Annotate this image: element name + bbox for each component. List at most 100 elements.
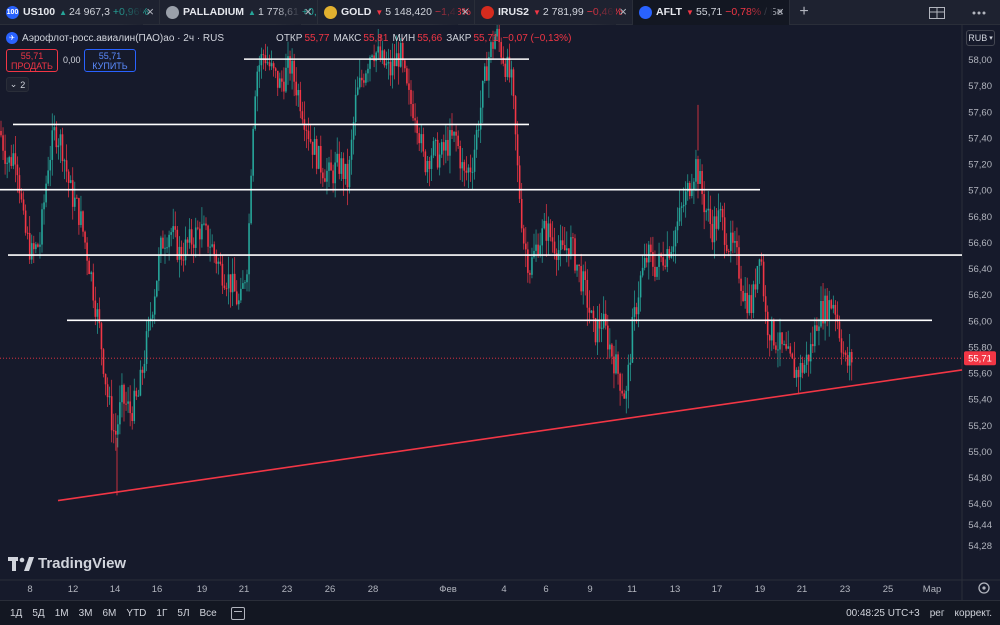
candle-body [262, 54, 265, 56]
range-button[interactable]: 5Л [177, 608, 189, 619]
candle-body [217, 261, 220, 264]
candle-body [566, 248, 568, 251]
candle-body [627, 364, 630, 391]
x-tick-label: 23 [282, 584, 293, 595]
close-icon[interactable]: × [146, 5, 154, 18]
new-tab-button[interactable]: + [790, 0, 818, 25]
adjustment-button[interactable]: коррект. [955, 608, 992, 619]
x-tick-label: Фев [439, 584, 457, 595]
tab-gold[interactable]: GOLD▼5 148,420−1,48%× [318, 0, 475, 25]
candle-body [705, 210, 707, 213]
candle-body [713, 216, 716, 243]
candle-body [449, 130, 451, 156]
calendar-icon[interactable] [230, 606, 245, 620]
candle-body [840, 338, 843, 353]
session-button[interactable]: рег [930, 608, 945, 619]
range-button[interactable]: YTD [126, 608, 146, 619]
candle-body [707, 208, 710, 211]
y-tick-label: 57,00 [968, 186, 992, 197]
y-tick-label: 56,00 [968, 316, 992, 327]
clock-time[interactable]: 00:48:25 UTC+3 [846, 608, 920, 619]
candle-body [416, 120, 418, 134]
candle-body [824, 295, 826, 324]
range-button[interactable]: 1Д [10, 608, 22, 619]
candle-body [371, 55, 373, 58]
range-button[interactable]: 1М [55, 608, 69, 619]
candle-body [110, 396, 113, 431]
tab-irus2[interactable]: IRUS2▼2 781,99−0,46%× [475, 0, 633, 25]
candle-body [168, 234, 170, 248]
candle-body [139, 369, 142, 396]
candle-body [354, 94, 357, 123]
candle-body [674, 230, 677, 247]
candle-body [242, 283, 244, 289]
chart-pane[interactable]: 58,2058,0057,8057,6057,4057,2057,0056,80… [0, 25, 1000, 600]
candle-body [756, 265, 759, 290]
candle-body [734, 241, 736, 243]
candle-body [186, 239, 189, 243]
indicators-count: 2 [20, 79, 26, 90]
candle-body [600, 327, 603, 329]
close-icon[interactable]: × [776, 5, 784, 18]
legend-symbol-name[interactable]: Аэрофлот-росс.авиалин(ПАО)ао · 2ч · RUS [22, 33, 224, 44]
candle-body [192, 244, 195, 248]
candle-body [697, 159, 699, 184]
candle-body [272, 63, 275, 69]
candle-body [740, 278, 742, 291]
candle-body [748, 295, 751, 314]
candle-body [504, 63, 507, 77]
indicators-toggle-button[interactable]: ⌄ 2 [6, 77, 29, 92]
range-button[interactable]: 5Д [32, 608, 44, 619]
gear-icon-center [982, 586, 986, 590]
layout-button[interactable] [916, 0, 958, 25]
candle-body [426, 160, 429, 173]
candle-body [119, 402, 121, 425]
candle-body [453, 131, 455, 136]
triangle-down-icon: ▼ [532, 7, 541, 17]
tab-aflt[interactable]: AFLT ▼ 55,71 −0,78% / Бе × [633, 0, 790, 25]
currency-selector[interactable]: RUB ▾ [966, 30, 995, 46]
candle-body [367, 68, 369, 74]
range-button[interactable]: 1Г [156, 608, 167, 619]
candle-body [211, 244, 213, 247]
range-button[interactable]: 6М [103, 608, 117, 619]
candle-body [213, 244, 215, 255]
candle-body [133, 390, 136, 422]
candle-body [26, 232, 29, 234]
sell-button[interactable]: 55,71 ПРОДАТЬ [6, 49, 58, 72]
candle-body [510, 69, 513, 78]
tab-us100[interactable]: 100US100▲24 967,3+0,96%× [0, 0, 160, 25]
close-icon[interactable]: × [619, 5, 627, 18]
candle-body [391, 59, 394, 76]
candle-body [102, 349, 105, 374]
tab-palladium[interactable]: PALLADIUM▲1 778,61+0,× [160, 0, 318, 25]
y-tick-label: 54,44 [968, 520, 992, 531]
more-button[interactable] [958, 0, 1000, 25]
candle-body [648, 244, 650, 263]
candle-body [100, 323, 103, 350]
candle-body [2, 135, 4, 151]
legend-close-value: 55,71 [473, 32, 499, 44]
y-tick-label: 55,40 [968, 395, 992, 406]
candle-body [252, 128, 254, 176]
buy-button[interactable]: 55,71 КУПИТЬ [84, 49, 136, 72]
price-chart[interactable]: 58,2058,0057,8057,6057,4057,2057,0056,80… [0, 25, 1000, 600]
candle-body [816, 325, 818, 331]
close-icon[interactable]: × [461, 5, 469, 18]
x-tick-label: 23 [840, 584, 851, 595]
candle-body [313, 139, 316, 155]
candle-body [153, 296, 156, 315]
candle-body [33, 243, 35, 250]
symbol-legend: ✈ Аэрофлот-росс.авиалин(ПАО)ао · 2ч · RU… [6, 31, 573, 45]
close-icon[interactable]: × [304, 5, 312, 18]
candle-body [332, 170, 334, 184]
candle-body [793, 358, 796, 378]
candle-body [170, 232, 172, 235]
range-button[interactable]: Все [200, 608, 217, 619]
candle-body [238, 300, 240, 305]
candle-body [428, 160, 431, 169]
tab-symbol: IRUS2 [498, 6, 529, 18]
candle-body [641, 267, 644, 276]
range-button[interactable]: 3М [79, 608, 93, 619]
candle-body [559, 240, 562, 251]
